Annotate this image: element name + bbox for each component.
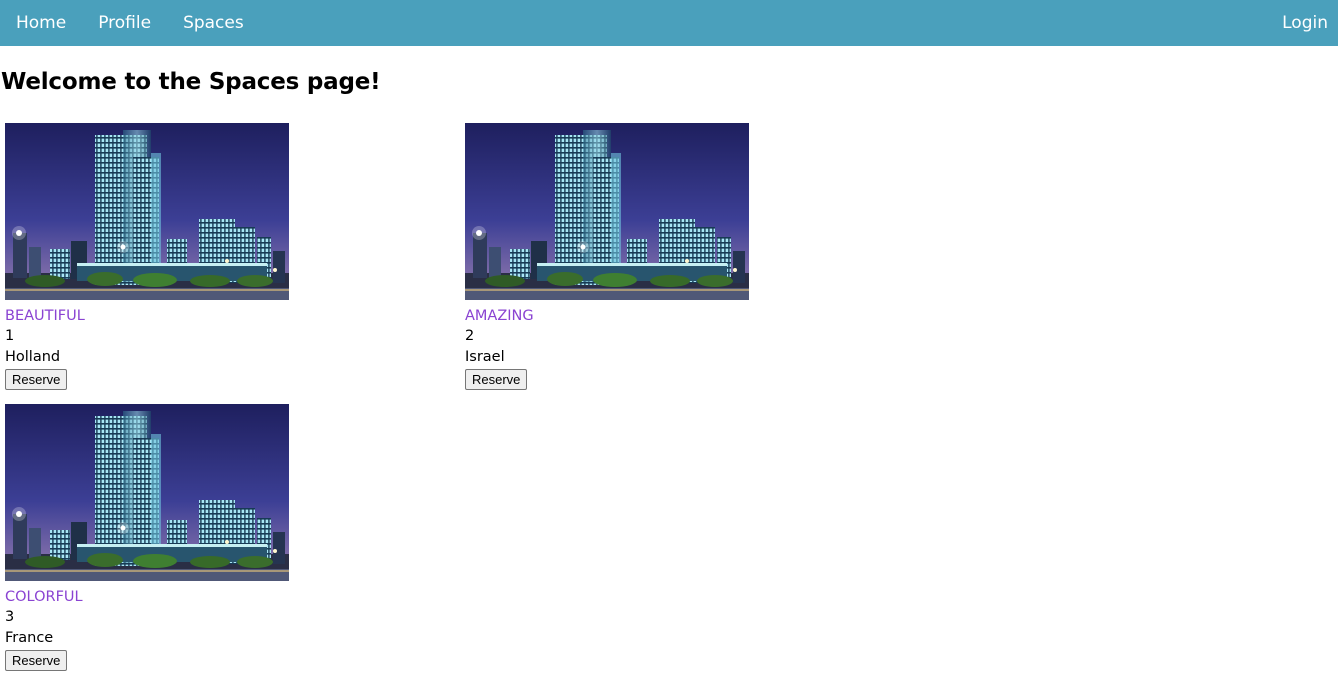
- space-id: 2: [465, 328, 475, 344]
- reserve-button[interactable]: Reserve: [5, 369, 68, 390]
- space-image: [465, 123, 749, 300]
- reserve-button[interactable]: Reserve: [5, 650, 68, 671]
- space-country: France: [5, 630, 54, 646]
- space-card: BEAUTIFUL 1 Holland Reserve: [5, 123, 305, 390]
- nav-profile-link[interactable]: Profile: [82, 0, 167, 46]
- space-country: Holland: [5, 349, 61, 365]
- space-country: Israel: [465, 349, 505, 365]
- space-card: AMAZING 2 Israel Reserve: [465, 123, 765, 390]
- space-id: 1: [5, 328, 15, 344]
- space-card: COLORFUL 3 France Reserve: [5, 404, 305, 671]
- page-title: Welcome to the Spaces page!: [1, 69, 381, 95]
- navbar: Home Profile Spaces Login: [0, 0, 1338, 46]
- space-image: [5, 123, 289, 300]
- nav-login-link[interactable]: Login: [1266, 13, 1338, 33]
- nav-spaces-link[interactable]: Spaces: [167, 0, 260, 46]
- space-name-link[interactable]: AMAZING: [465, 306, 534, 326]
- space-name-link[interactable]: BEAUTIFUL: [5, 306, 85, 326]
- space-image: [5, 404, 289, 581]
- space-name-link[interactable]: COLORFUL: [5, 587, 83, 607]
- reserve-button[interactable]: Reserve: [465, 369, 528, 390]
- space-id: 3: [5, 609, 15, 625]
- nav-right: Login: [1266, 0, 1338, 46]
- nav-home-link[interactable]: Home: [0, 0, 82, 46]
- nav-left: Home Profile Spaces: [0, 0, 260, 46]
